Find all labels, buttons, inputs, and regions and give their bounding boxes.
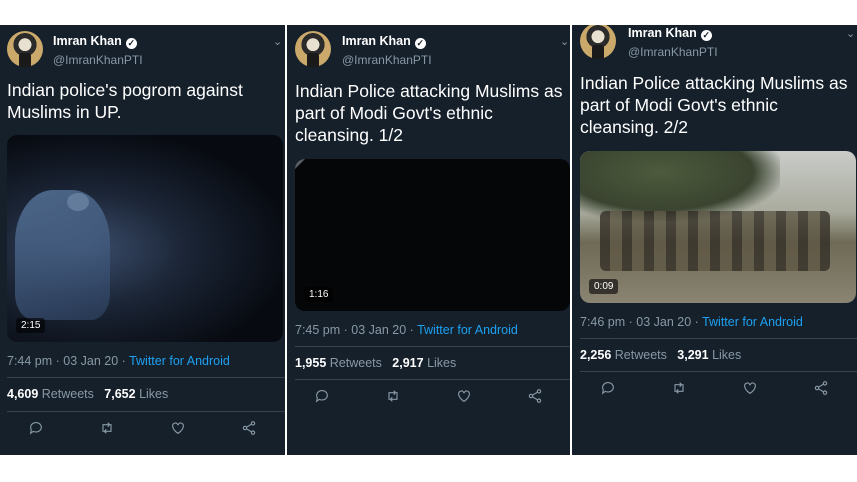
avatar[interactable] xyxy=(580,25,616,59)
likes-label[interactable]: Likes xyxy=(427,356,456,370)
reply-icon[interactable] xyxy=(25,417,47,439)
author-name-text[interactable]: Imran Khan xyxy=(342,34,411,48)
verified-badge-icon: ✓ xyxy=(414,38,426,49)
retweet-icon[interactable] xyxy=(382,385,404,407)
like-count[interactable]: 2,917 xyxy=(392,356,423,370)
chevron-down-icon[interactable]: ⌄ xyxy=(560,35,569,48)
divider xyxy=(7,411,285,412)
retweet-icon[interactable] xyxy=(668,377,690,399)
chevron-down-icon[interactable]: ⌄ xyxy=(273,35,282,48)
source-link[interactable]: Twitter for Android xyxy=(129,354,230,368)
tweet-video[interactable]: 0:09 xyxy=(580,151,856,303)
timestamp[interactable]: 7:44 pm · 03 Jan 20 · xyxy=(7,354,129,368)
source-link[interactable]: Twitter for Android xyxy=(702,315,803,329)
likes-label[interactable]: Likes xyxy=(712,348,741,362)
like-icon[interactable] xyxy=(739,377,761,399)
video-duration: 2:15 xyxy=(16,318,46,333)
action-bar xyxy=(287,385,570,407)
tweet-text: Indian Police attacking Muslims as part … xyxy=(295,81,563,145)
like-icon[interactable] xyxy=(453,385,475,407)
tweet-panel-2: Imran Khan ✓ @ImranKhanPTI ⌄ Indian Polic… xyxy=(287,25,570,455)
video-helmet xyxy=(67,193,89,211)
tweet-meta: 7:46 pm · 03 Jan 20 · Twitter for Androi… xyxy=(580,315,803,329)
likes-label[interactable]: Likes xyxy=(139,387,168,401)
tweet-meta: 7:44 pm · 03 Jan 20 · Twitter for Androi… xyxy=(7,354,230,368)
source-link[interactable]: Twitter for Android xyxy=(417,323,518,337)
tweet-panel-3: Imran Khan ✓ @ImranKhanPTI ⌄ Indian Polic… xyxy=(572,25,857,455)
tweet-text: Indian Police attacking Muslims as part … xyxy=(580,73,848,137)
retweets-label[interactable]: Retweets xyxy=(42,387,94,401)
retweet-icon[interactable] xyxy=(96,417,118,439)
tweet-stats: 2,256 Retweets 3,291 Likes xyxy=(580,348,741,362)
share-icon[interactable] xyxy=(238,417,260,439)
share-icon[interactable] xyxy=(524,385,546,407)
like-count[interactable]: 3,291 xyxy=(677,348,708,362)
tweet-video[interactable]: 2:15 xyxy=(7,135,283,342)
tweet-video[interactable]: 1:16 xyxy=(295,159,570,311)
action-bar xyxy=(0,417,285,439)
timestamp[interactable]: 7:46 pm · 03 Jan 20 · xyxy=(580,315,702,329)
author-name-text[interactable]: Imran Khan xyxy=(53,34,122,48)
reply-icon[interactable] xyxy=(311,385,333,407)
tweet-stats: 4,609 Retweets 7,652 Likes xyxy=(7,387,168,401)
video-duration: 1:16 xyxy=(304,287,334,302)
like-count[interactable]: 7,652 xyxy=(104,387,135,401)
tweet-meta: 7:45 pm · 03 Jan 20 · Twitter for Androi… xyxy=(295,323,518,337)
video-crowd xyxy=(600,211,830,271)
video-corner xyxy=(295,159,305,169)
divider xyxy=(295,346,570,347)
author-handle[interactable]: @ImranKhanPTI xyxy=(342,53,432,67)
share-icon[interactable] xyxy=(810,377,832,399)
retweets-label[interactable]: Retweets xyxy=(615,348,667,362)
retweet-count[interactable]: 2,256 xyxy=(580,348,611,362)
author-handle[interactable]: @ImranKhanPTI xyxy=(628,45,718,59)
reply-icon[interactable] xyxy=(597,377,619,399)
author-name[interactable]: Imran Khan ✓ xyxy=(53,34,137,49)
video-duration: 0:09 xyxy=(589,279,619,294)
chevron-down-icon[interactable]: ⌄ xyxy=(846,27,855,40)
like-icon[interactable] xyxy=(167,417,189,439)
divider xyxy=(580,338,857,339)
video-figure xyxy=(15,190,110,320)
author-name[interactable]: Imran Khan ✓ xyxy=(628,26,712,41)
verified-badge-icon: ✓ xyxy=(125,38,137,49)
tweet-stats: 1,955 Retweets 2,917 Likes xyxy=(295,356,456,370)
retweet-count[interactable]: 1,955 xyxy=(295,356,326,370)
author-handle[interactable]: @ImranKhanPTI xyxy=(53,53,143,67)
avatar[interactable] xyxy=(295,31,331,67)
author-name-text[interactable]: Imran Khan xyxy=(628,26,697,40)
verified-badge-icon: ✓ xyxy=(700,30,712,41)
author-name[interactable]: Imran Khan ✓ xyxy=(342,34,426,49)
tweet-panel-1: Imran Khan ✓ @ImranKhanPTI ⌄ Indian polic… xyxy=(0,25,285,455)
tweet-text: Indian police's pogrom against Muslims i… xyxy=(7,80,243,122)
divider xyxy=(580,371,857,372)
action-bar xyxy=(572,377,857,399)
retweets-label[interactable]: Retweets xyxy=(330,356,382,370)
divider xyxy=(7,377,285,378)
retweet-count[interactable]: 4,609 xyxy=(7,387,38,401)
divider xyxy=(295,379,570,380)
timestamp[interactable]: 7:45 pm · 03 Jan 20 · xyxy=(295,323,417,337)
avatar[interactable] xyxy=(7,31,43,67)
